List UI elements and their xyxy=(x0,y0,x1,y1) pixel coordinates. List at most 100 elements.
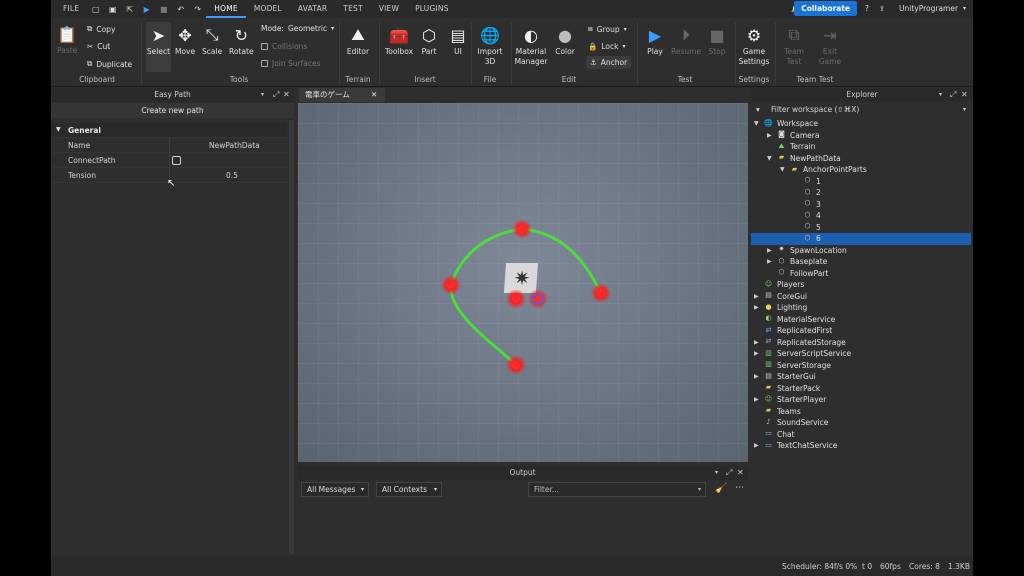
left-panel-scrollbar[interactable] xyxy=(289,120,294,554)
explorer-item[interactable]: ▶ ▤ StarterGui xyxy=(751,371,971,383)
stop-icon[interactable]: ■ xyxy=(159,5,168,14)
tab-test[interactable]: TEST xyxy=(335,0,370,18)
explorer-item[interactable]: ▼ 🌐 Workspace xyxy=(751,118,971,130)
mode-select[interactable]: Mode: Geometric ▾ xyxy=(261,24,334,33)
join-surfaces-toggle[interactable]: Join Surfaces xyxy=(261,59,321,68)
pin-icon[interactable]: ⤢ xyxy=(726,466,732,480)
undo-icon[interactable]: ↶ xyxy=(176,5,185,14)
messages-filter-select[interactable]: All Messages ▾ xyxy=(301,482,369,497)
close-icon[interactable]: ✕ xyxy=(371,88,377,102)
user-menu[interactable]: UnityProgramer xyxy=(899,0,958,18)
stop-button[interactable]: ■ Stop xyxy=(707,25,727,57)
lock-button[interactable]: 🔒 Lock ▾ xyxy=(588,42,625,51)
exit-game-button[interactable]: ⇥ Exit Game xyxy=(817,25,843,67)
chevron-down-icon[interactable]: ▾ xyxy=(939,88,942,102)
toolbox-button[interactable]: 🧰 Toolbox xyxy=(384,25,414,57)
chevron-right-icon[interactable]: ▶ xyxy=(767,130,772,142)
play-button[interactable]: ▶ Play xyxy=(645,25,665,57)
chevron-down-icon[interactable]: ▼ xyxy=(767,153,772,165)
explorer-item[interactable]: ▶ ☺ StarterPlayer xyxy=(751,394,971,406)
connectpath-checkbox[interactable] xyxy=(172,156,181,165)
cut-button[interactable]: ✂ Cut xyxy=(87,42,110,51)
explorer-item[interactable]: ♪ SoundService xyxy=(751,417,971,429)
collisions-toggle[interactable]: Collisions xyxy=(261,42,307,51)
tab-model[interactable]: MODEL xyxy=(246,0,290,18)
chevron-down-icon[interactable]: ▾ xyxy=(963,0,966,18)
explorer-item[interactable]: ⬡ 5 xyxy=(751,222,971,234)
explorer-item[interactable]: ▥ ServerStorage xyxy=(751,360,971,372)
group-button[interactable]: ⧈ Group ▾ xyxy=(588,24,627,34)
pin-icon[interactable]: ⤢ xyxy=(273,88,279,102)
contexts-filter-select[interactable]: All Contexts ▾ xyxy=(376,482,442,497)
chevron-right-icon[interactable]: ▶ xyxy=(754,337,759,349)
general-section-header[interactable]: ▼ General xyxy=(51,123,287,138)
explorer-item[interactable]: ▶ ▥ ServerScriptService xyxy=(751,348,971,360)
create-path-button[interactable]: Create new path xyxy=(51,103,294,118)
chevron-right-icon[interactable]: ▶ xyxy=(754,440,759,452)
explorer-item[interactable]: ▼ ▰ NewPathData xyxy=(751,153,971,165)
new-file-icon[interactable]: ▢ xyxy=(91,5,100,14)
select-button[interactable]: ➤ Select xyxy=(146,22,171,72)
tab-view[interactable]: VIEW xyxy=(371,0,407,18)
explorer-item[interactable]: ▶ ⬡ Baseplate xyxy=(751,256,971,268)
explorer-item[interactable]: ◐ MaterialService xyxy=(751,314,971,326)
chevron-right-icon[interactable]: ▶ xyxy=(754,291,759,303)
pin-icon[interactable]: ⤢ xyxy=(950,88,956,102)
paste-button[interactable]: 📋 Paste xyxy=(57,24,77,56)
part-button[interactable]: ⬡ Part xyxy=(419,25,439,57)
save-icon[interactable]: ▣ xyxy=(108,5,117,14)
close-icon[interactable]: ✕ xyxy=(283,88,290,102)
explorer-item[interactable]: ▭ Chat xyxy=(751,429,971,441)
chevron-right-icon[interactable]: ▶ xyxy=(754,348,759,360)
3d-viewport[interactable]: ✷ xyxy=(298,103,748,462)
explorer-item[interactable]: ▶ ✷ SpawnLocation xyxy=(751,245,971,257)
explorer-item[interactable]: ⬡ 3 xyxy=(751,199,971,211)
explorer-item[interactable]: ⛰ Terrain xyxy=(751,141,971,153)
anchor-button[interactable]: ⚓ Anchor xyxy=(586,56,632,69)
explorer-item[interactable]: ▶ ● Lighting xyxy=(751,302,971,314)
game-settings-button[interactable]: ⚙ Game Settings xyxy=(737,25,771,67)
explorer-filter-input[interactable]: ▾ Filter workspace (⇧⌘X) ▾ xyxy=(753,104,971,116)
chevron-right-icon[interactable]: ▶ xyxy=(767,245,772,257)
explorer-item[interactable]: ▰ Teams xyxy=(751,406,971,418)
explorer-item[interactable]: ⬡ FollowPart xyxy=(751,268,971,280)
rotate-button[interactable]: ↻ Rotate xyxy=(229,25,254,57)
ui-button[interactable]: ▤ UI xyxy=(448,25,468,57)
explorer-item[interactable]: ⬡ 6 xyxy=(751,233,971,245)
tab-home[interactable]: HOME xyxy=(206,0,246,18)
play-icon[interactable]: ▶ xyxy=(142,5,151,14)
help-icon[interactable]: ? xyxy=(865,0,869,18)
close-icon[interactable]: ✕ xyxy=(737,466,744,480)
team-test-button[interactable]: ⧉ Team Test xyxy=(781,25,807,67)
explorer-item[interactable]: ▰ StarterPack xyxy=(751,383,971,395)
terrain-editor-button[interactable]: ⛰ Editor xyxy=(345,25,371,56)
publish-icon[interactable]: ⇱ xyxy=(125,5,134,14)
explorer-item[interactable]: ▶ ▭ TextChatService xyxy=(751,440,971,452)
resume-button[interactable]: ⏵ Resume xyxy=(671,25,701,56)
explorer-item[interactable]: ▶ ◙ Camera xyxy=(751,130,971,142)
chevron-down-icon[interactable]: ▾ xyxy=(261,88,264,102)
share-icon[interactable]: ⇪ xyxy=(879,0,885,18)
close-icon[interactable]: ✕ xyxy=(961,88,968,102)
explorer-item[interactable]: ▶ ⇄ ReplicatedStorage xyxy=(751,337,971,349)
import-3d-button[interactable]: 🌐 Import 3D xyxy=(475,25,505,67)
chevron-down-icon[interactable]: ▼ xyxy=(780,164,785,176)
chevron-right-icon[interactable]: ▶ xyxy=(754,302,759,314)
explorer-item[interactable]: ▼ ▰ AnchorPointParts xyxy=(751,164,971,176)
file-menu[interactable]: FILE xyxy=(55,0,87,18)
explorer-item[interactable]: ⬡ 1 xyxy=(751,176,971,188)
chevron-down-icon[interactable]: ▼ xyxy=(754,118,759,130)
tab-plugins[interactable]: PLUGINS xyxy=(407,0,457,18)
output-filter-input[interactable]: Filter... ▾ xyxy=(528,482,706,497)
tab-avatar[interactable]: AVATAR xyxy=(290,0,335,18)
chevron-right-icon[interactable]: ▶ xyxy=(754,371,759,383)
viewport-tab[interactable]: 電車のゲーム ✕ xyxy=(299,88,385,102)
material-manager-button[interactable]: ◐ Material Manager xyxy=(513,25,549,67)
explorer-item[interactable]: ☺ Players xyxy=(751,279,971,291)
chevron-right-icon[interactable]: ▶ xyxy=(754,394,759,406)
move-button[interactable]: ✥ Move xyxy=(175,25,195,57)
explorer-item[interactable]: ▶ ▤ CoreGui xyxy=(751,291,971,303)
chevron-right-icon[interactable]: ▶ xyxy=(767,256,772,268)
explorer-item[interactable]: ⇄ ReplicatedFirst xyxy=(751,325,971,337)
explorer-item[interactable]: ⬡ 4 xyxy=(751,210,971,222)
